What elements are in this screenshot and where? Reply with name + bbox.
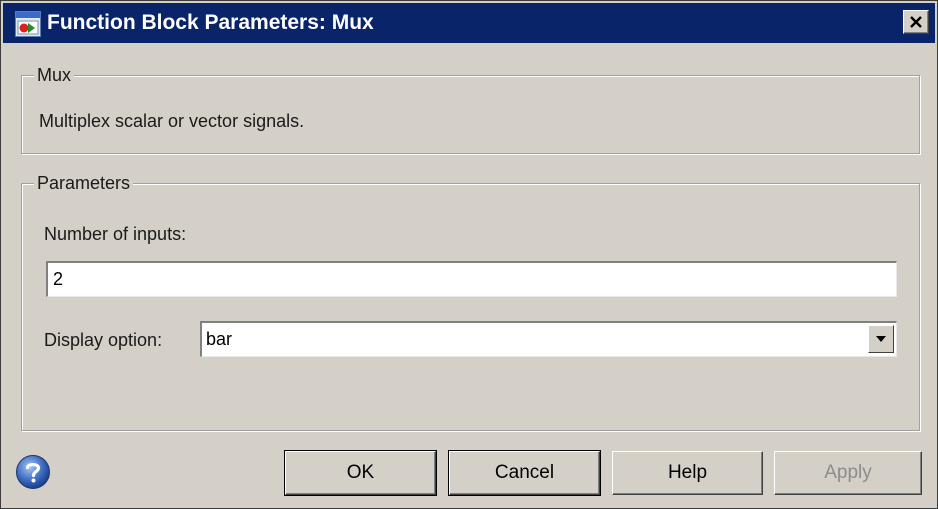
display-option-label: Display option:: [44, 330, 163, 350]
simulink-block-icon: [15, 11, 41, 37]
number-of-inputs-label: Number of inputs:: [44, 224, 187, 244]
display-option-value: bar: [206, 329, 233, 349]
parameters-group-legend: Parameters: [34, 172, 134, 194]
mux-group-legend: Mux: [34, 64, 75, 86]
window-title: Function Block Parameters: Mux: [47, 11, 374, 34]
mux-group: Mux Multiplex scalar or vector signals.: [21, 64, 920, 154]
help-icon[interactable]: [15, 454, 51, 490]
ok-button[interactable]: OK: [285, 451, 436, 495]
block-description: Multiplex scalar or vector signals.: [39, 111, 305, 131]
number-of-inputs-field[interactable]: [46, 261, 897, 297]
dialog-window: Function Block Parameters: Mux Mux Multi…: [0, 0, 938, 509]
apply-button[interactable]: Apply: [774, 451, 922, 495]
display-option-select[interactable]: bar: [200, 321, 897, 357]
parameters-group: Parameters Number of inputs: Display opt…: [21, 172, 920, 431]
help-button[interactable]: Help: [612, 451, 763, 495]
cancel-button[interactable]: Cancel: [449, 451, 600, 495]
title-bar[interactable]: Function Block Parameters: Mux: [3, 3, 935, 43]
dropdown-button[interactable]: [868, 325, 894, 353]
close-button[interactable]: [903, 10, 929, 34]
